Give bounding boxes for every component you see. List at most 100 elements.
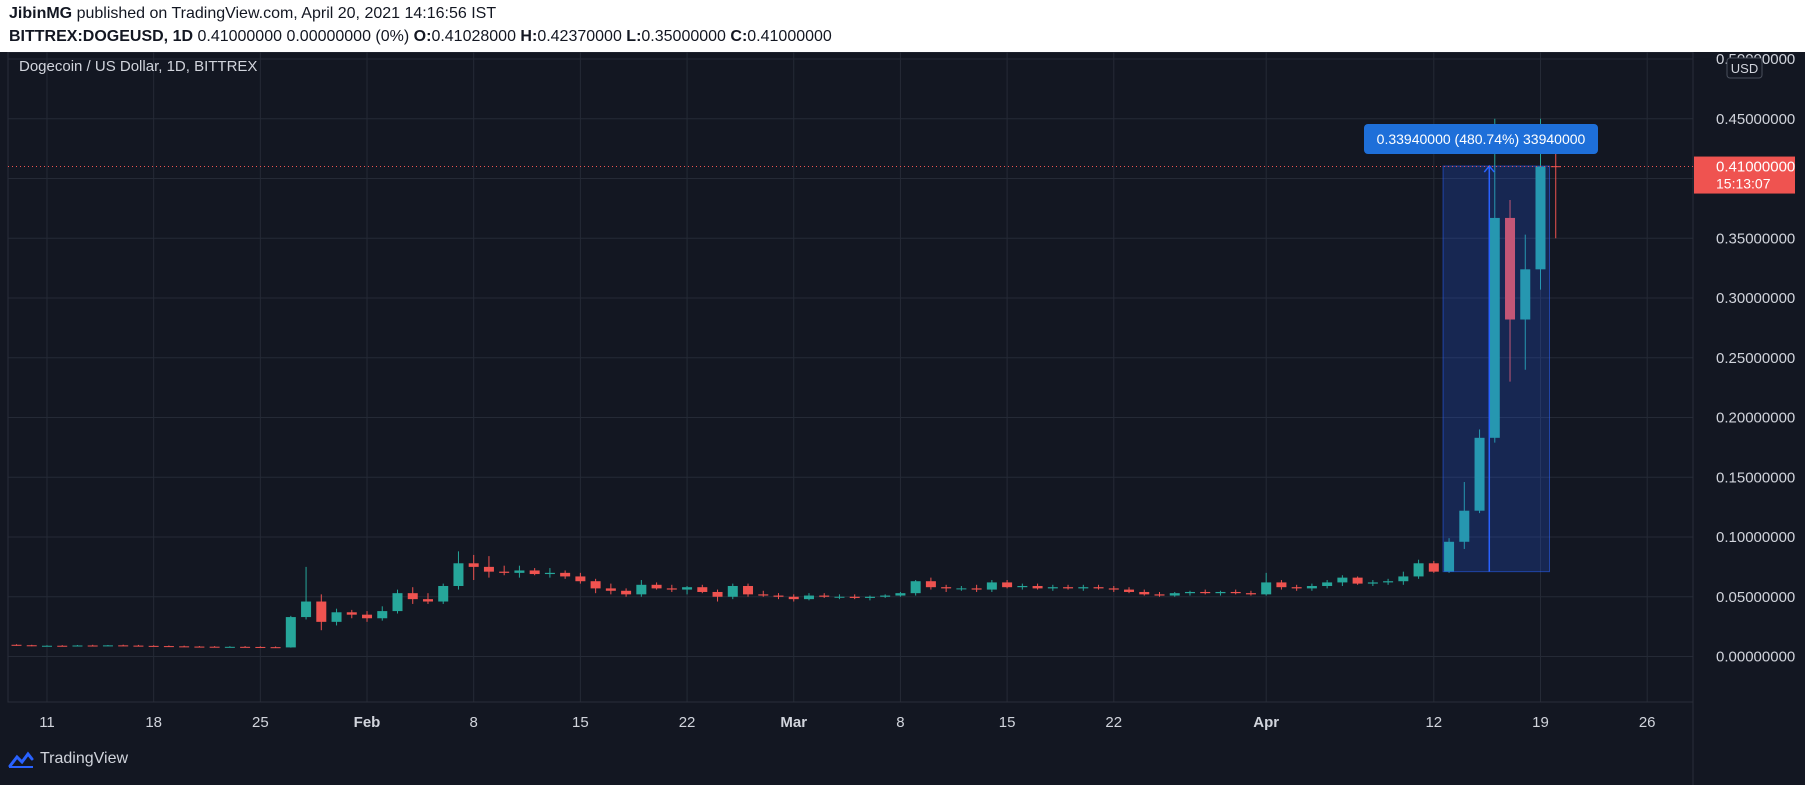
candle-body	[971, 588, 982, 590]
candle-body	[102, 645, 113, 647]
candle-body	[575, 576, 586, 582]
candle-body	[438, 585, 449, 602]
chart-container[interactable]: 0.33940000 (480.74%) 33940000 0.50000000…	[0, 52, 1805, 785]
candle-body	[621, 590, 632, 595]
candle-body	[87, 645, 98, 647]
candle-body	[727, 585, 738, 597]
candle-body	[1337, 577, 1348, 583]
candle-body	[57, 645, 68, 647]
candle-body	[803, 595, 814, 600]
candle-body	[209, 646, 220, 648]
chart-legend-title: Dogecoin / US Dollar, 1D, BITTREX	[19, 58, 257, 75]
candle-body	[148, 645, 159, 647]
candle-body	[26, 645, 37, 647]
candle-body	[1413, 563, 1424, 577]
candle-body	[270, 647, 281, 649]
candle-body	[1367, 582, 1378, 584]
candle-body	[758, 594, 769, 596]
low-value: 0.35000000	[641, 28, 726, 45]
time-tick-label: Apr	[1253, 714, 1279, 731]
time-tick-label: 22	[679, 714, 696, 731]
candlestick-chart[interactable]: 0.33940000 (480.74%) 33940000 0.50000000…	[0, 52, 1805, 785]
price-tick-label: 0.25000000	[1716, 350, 1795, 367]
time-tick-label: Feb	[354, 714, 381, 731]
candle-body	[1383, 581, 1394, 583]
time-tick-label: 11	[39, 714, 55, 731]
candle-body	[682, 587, 693, 590]
high-value: 0.42370000	[537, 28, 622, 45]
time-tick-label: 19	[1532, 714, 1549, 731]
candle-body	[407, 593, 418, 600]
tradingview-logo[interactable]: TradingView	[8, 750, 128, 768]
candle-body	[1398, 576, 1409, 582]
candle-body	[560, 572, 571, 577]
time-tick-label: 12	[1425, 714, 1442, 731]
time-tick-label: 15	[999, 714, 1016, 731]
candle-body	[255, 646, 266, 648]
candle-body	[819, 595, 830, 597]
candle-body	[1078, 587, 1089, 589]
ohlc-header: BITTREX:DOGEUSD, 1D 0.41000000 0.0000000…	[9, 28, 832, 46]
candle-body	[834, 596, 845, 598]
candle-body	[179, 646, 190, 648]
time-tick-label: Mar	[780, 714, 807, 731]
countdown-label: 15:13:07	[1716, 176, 1771, 192]
candle-body	[194, 646, 205, 648]
open-label: O:	[413, 28, 432, 45]
time-tick-label: 25	[252, 714, 269, 731]
price-tick-label: 0.30000000	[1716, 290, 1795, 307]
time-tick-label: 26	[1639, 714, 1656, 731]
candle-body	[1200, 591, 1211, 594]
candle-body	[941, 587, 952, 589]
candle-body	[133, 645, 144, 647]
price-tick-label: 0.15000000	[1716, 469, 1795, 486]
time-tick-label: 18	[145, 714, 162, 731]
candle-body	[605, 588, 616, 591]
candle-body	[1063, 587, 1074, 589]
candle-body	[956, 588, 967, 590]
candle-body	[331, 612, 342, 622]
tradingview-brand: TradingView	[40, 750, 129, 767]
candle-body	[1306, 585, 1317, 589]
candle-body	[788, 596, 799, 600]
candle-body	[712, 591, 723, 597]
candle-body	[468, 563, 479, 567]
candle-body	[483, 566, 494, 572]
publish-header: JibinMG published on TradingView.com, Ap…	[9, 5, 496, 23]
candle-body	[422, 599, 433, 602]
candle-body	[925, 581, 936, 588]
candle-body	[362, 614, 373, 619]
candle-body	[1047, 587, 1058, 589]
symbol-label: BITTREX:DOGEUSD, 1D	[9, 28, 194, 45]
high-label: H:	[520, 28, 538, 45]
price-tick-label: 0.20000000	[1716, 410, 1795, 427]
candle-body	[240, 646, 251, 648]
low-label: L:	[626, 28, 642, 45]
candle-body	[590, 581, 601, 589]
open-value: 0.41028000	[431, 28, 516, 45]
candle-body	[529, 570, 540, 575]
candle-body	[377, 611, 388, 619]
candle-body	[1184, 591, 1195, 594]
time-tick-label: 15	[572, 714, 589, 731]
candle-body	[285, 617, 296, 648]
candle-body	[849, 596, 860, 598]
candle-body	[651, 584, 662, 589]
candle-body	[11, 644, 22, 646]
candle-body	[1169, 593, 1180, 596]
candle-body	[1230, 591, 1241, 594]
candle-body	[1154, 594, 1165, 596]
currency-label: USD	[1731, 61, 1758, 76]
measure-box	[1442, 165, 1551, 573]
candle-body	[1215, 591, 1226, 594]
candle-body	[773, 595, 784, 597]
author-name[interactable]: JibinMG	[9, 5, 72, 22]
candle-body	[346, 612, 357, 615]
candle-body	[910, 581, 921, 594]
candle-body	[514, 570, 525, 573]
candle-body	[1276, 582, 1287, 588]
candle-body	[1261, 582, 1272, 595]
price-tick-label: 0.10000000	[1716, 529, 1795, 546]
candle-body	[697, 587, 708, 592]
published-text: published on TradingView.com, April 20, …	[76, 5, 497, 22]
